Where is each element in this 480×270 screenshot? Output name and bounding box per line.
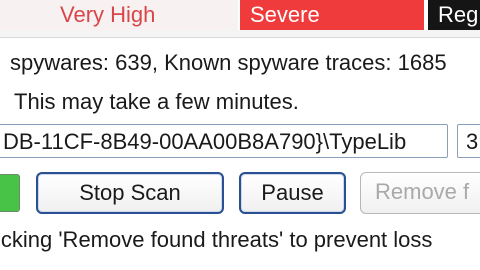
remove-threats-hint: icking 'Remove found threats' to prevent… (0, 227, 433, 252)
scan-window: Very High Severe Reg spywares: 639, Know… (0, 0, 480, 270)
severity-divider (0, 30, 480, 38)
pause-button[interactable]: Pause (239, 172, 346, 214)
scan-duration-note: This may take a few minutes. (14, 89, 299, 114)
severity-very-high-label: Very High (0, 0, 238, 30)
current-scan-item-field: DB-11CF-8B49-00AA00B8A790}\TypeLib (0, 124, 448, 158)
side-counter-field: 3 (457, 124, 480, 158)
severity-severe-label: Severe (240, 0, 424, 30)
scan-progress-bar (0, 174, 20, 212)
scan-stats-text: spywares: 639, Known spyware traces: 168… (10, 50, 447, 75)
severity-legend: Very High Severe Reg (0, 0, 480, 30)
severity-reg-label: Reg (428, 0, 480, 30)
remove-found-threats-button[interactable]: Remove f (360, 172, 480, 214)
stop-scan-button[interactable]: Stop Scan (36, 172, 224, 214)
